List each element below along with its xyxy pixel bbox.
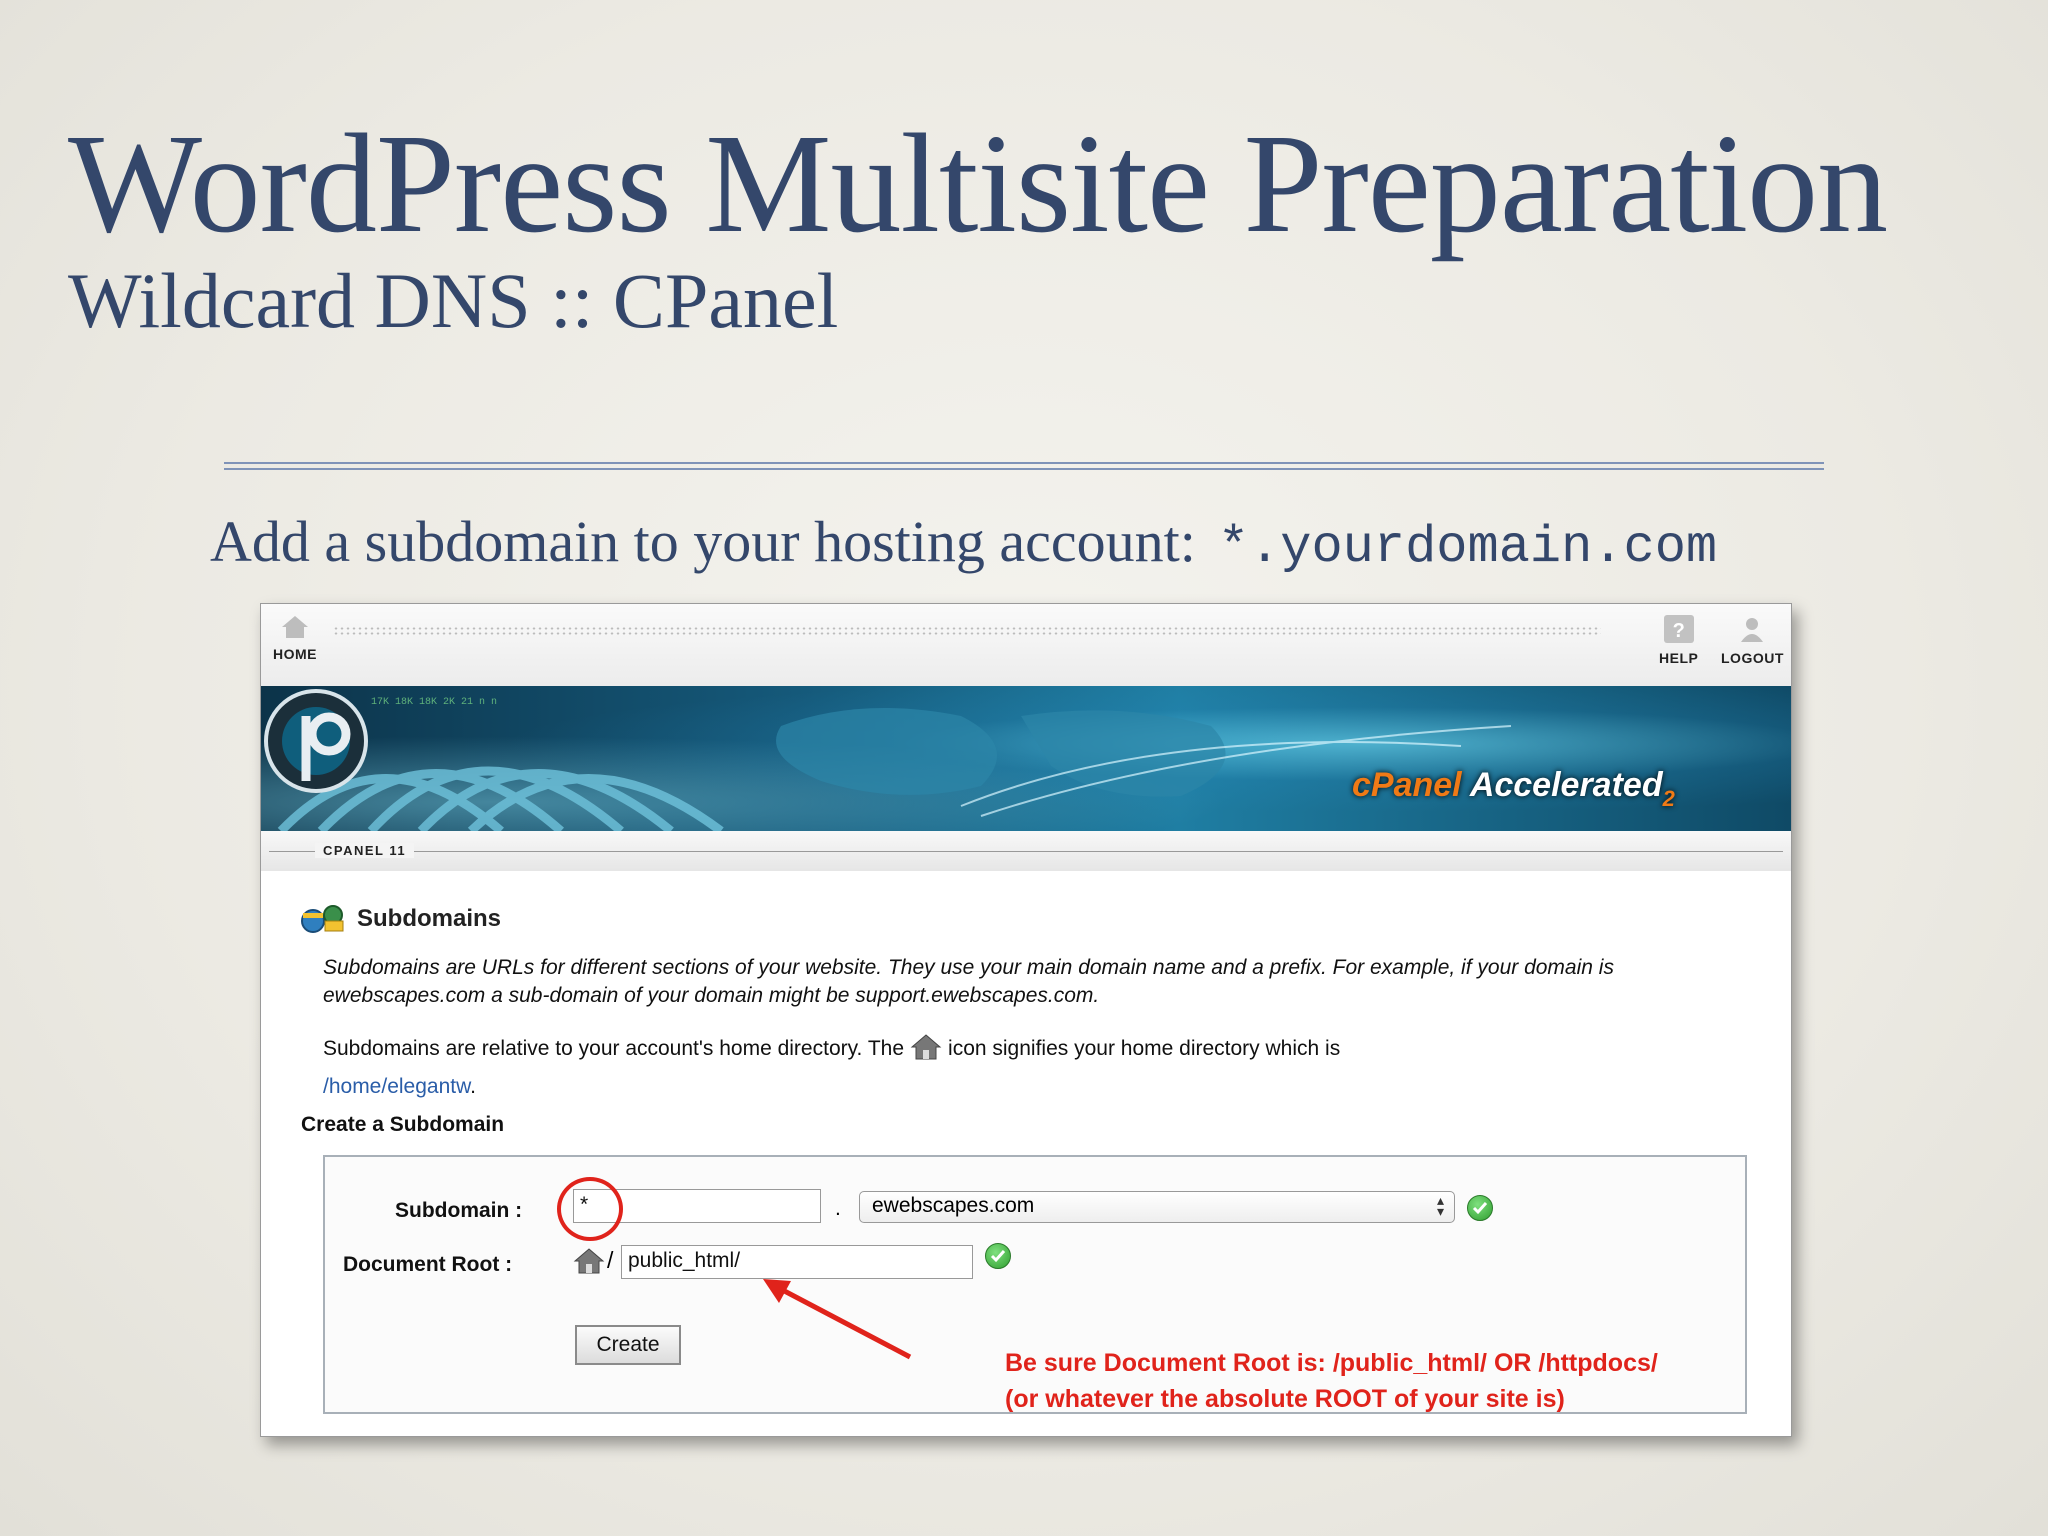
subdomains-icon — [301, 905, 344, 933]
svg-text:17K 18K 18K 2K 21 n n: 17K 18K 18K 2K 21 n n — [371, 697, 497, 708]
version-label: CPANEL 11 — [315, 843, 415, 858]
slide-title: WordPress Multisite Preparation — [68, 104, 1888, 262]
home-link[interactable]: HOME — [273, 614, 317, 662]
docroot-annotation: Be sure Document Root is: /public_html/ … — [1005, 1345, 1658, 1417]
brand-version: 2 — [1662, 786, 1675, 811]
section-header: Subdomains — [299, 901, 501, 937]
svg-text:?: ? — [1672, 620, 1685, 642]
create-subdomain-form: Subdomain : * . ewebscapes.com ▴ ▾ Docume… — [323, 1155, 1747, 1414]
home-label: HOME — [273, 646, 317, 662]
home-icon — [282, 616, 308, 638]
divider-line — [224, 468, 1824, 470]
intro-code: *.yourdomain.com — [1217, 518, 1718, 577]
intro-text: Add a subdomain to your hosting account: — [210, 509, 1196, 574]
home-path-link[interactable]: /home/elegantw — [323, 1075, 470, 1098]
cpanel-topbar: HOME ? HELP LOGOUT — [261, 604, 1791, 686]
brand-product: Accelerated — [1469, 766, 1663, 804]
logout-icon — [1741, 618, 1764, 642]
divider-line — [224, 462, 1824, 464]
help-label: HELP — [1659, 650, 1699, 666]
intro-line: Add a subdomain to your hosting account:… — [210, 508, 1717, 577]
topbar-dots — [333, 626, 1601, 636]
annotation-line-1: Be sure Document Root is: /public_html/ … — [1005, 1349, 1658, 1377]
section-title: Subdomains — [357, 905, 502, 932]
desc-before: Subdomains are relative to your account'… — [323, 1037, 905, 1060]
home-path-suffix: . — [470, 1075, 476, 1098]
subdomains-description: Subdomains are URLs for different sectio… — [323, 956, 1614, 1007]
home-directory-description: Subdomains are relative to your account'… — [323, 1033, 1743, 1103]
help-link[interactable]: ? HELP — [1659, 614, 1698, 666]
logout-label: LOGOUT — [1721, 650, 1784, 666]
create-subdomain-heading: Create a Subdomain — [301, 1113, 505, 1136]
slide-subtitle: Wildcard DNS :: CPanel — [68, 257, 839, 344]
version-divider — [269, 851, 1783, 852]
logout-link[interactable]: LOGOUT — [1721, 614, 1784, 666]
cpanel-logo-icon — [264, 689, 368, 793]
version-bar: CPANEL 11 — [261, 831, 1791, 871]
annotation-line-2: (or whatever the absolute ROOT of your s… — [1005, 1385, 1565, 1413]
home-directory-icon — [910, 1033, 942, 1071]
banner-brand: cPanel Accelerated2 — [1352, 766, 1675, 812]
help-icon: ? — [1663, 615, 1694, 643]
desc-after: icon signifies your home directory which… — [948, 1037, 1341, 1060]
subdomains-content: Subdomains Subdomains are URLs for diffe… — [261, 871, 1791, 1436]
cpanel-banner: 17K 18K 18K 2K 21 n n cPanel Accelerated… — [261, 686, 1791, 831]
cpanel-screenshot: HOME ? HELP LOGOUT 17K 18K 18K 2K 21 n n… — [260, 603, 1792, 1437]
brand-name: cPanel — [1352, 766, 1462, 804]
